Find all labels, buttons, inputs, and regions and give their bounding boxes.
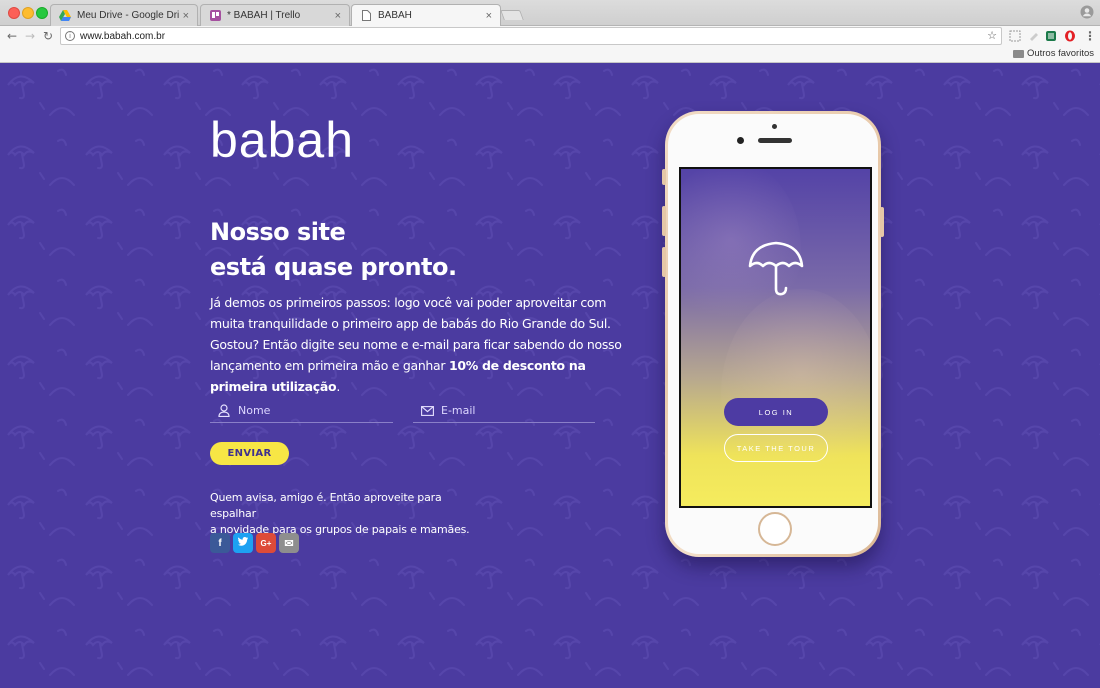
tab-trello[interactable]: * BABAH | Trello ×	[200, 4, 350, 26]
volume-down-button	[662, 247, 666, 277]
google-plus-icon: G+	[260, 538, 272, 548]
email-share-button[interactable]: ✉	[279, 533, 299, 553]
facebook-share-button[interactable]: f	[210, 533, 230, 553]
url-input[interactable]: i www.babah.com.br ☆	[60, 27, 1002, 45]
menu-icon[interactable]: ⋮	[1082, 28, 1098, 44]
landing-page: babah Nosso site está quase pronto. Já d…	[0, 63, 1100, 688]
power-button	[880, 207, 884, 237]
forward-arrow-icon[interactable]: →	[22, 28, 38, 44]
phone-mockup: LOG IN TAKE THE TOUR	[662, 111, 884, 557]
opera-icon[interactable]	[1064, 30, 1076, 42]
page-title: Nosso site está quase pronto.	[210, 215, 457, 285]
tab-close-icon[interactable]: ×	[486, 10, 492, 22]
email-icon: ✉	[284, 537, 294, 550]
name-field[interactable]	[210, 399, 393, 423]
babah-logo: babah	[210, 112, 355, 168]
phone-sensor	[772, 124, 777, 129]
reload-icon[interactable]: ↻	[40, 28, 56, 44]
google-plus-share-button[interactable]: G+	[256, 533, 276, 553]
tab-close-icon[interactable]: ×	[183, 10, 189, 22]
url-text: www.babah.com.br	[80, 30, 166, 42]
name-input[interactable]	[238, 404, 378, 417]
tab-close-icon[interactable]: ×	[335, 10, 341, 22]
intro-end: .	[336, 379, 340, 394]
bookmarks-bar: Outros favoritos	[0, 46, 1100, 63]
volume-up-button	[662, 206, 666, 236]
share-line-1: Quem avisa, amigo é. Então aproveite par…	[210, 491, 442, 520]
close-window-button[interactable]	[8, 7, 20, 19]
tab-title: Meu Drive - Google Drive	[77, 10, 179, 21]
mute-switch	[662, 169, 666, 185]
minimize-window-button[interactable]	[22, 7, 34, 19]
folder-icon	[1012, 49, 1024, 58]
take-the-tour-button[interactable]: TAKE THE TOUR	[724, 434, 828, 462]
email-field[interactable]	[413, 399, 595, 423]
headline-line-2: está quase pronto.	[210, 253, 457, 281]
address-bar: ← → ↻ i www.babah.com.br ☆ ⋮	[0, 26, 1100, 46]
new-tab-button[interactable]	[500, 10, 524, 20]
share-text: Quem avisa, amigo é. Então aproveite par…	[210, 490, 470, 538]
extension-icon[interactable]	[1028, 30, 1040, 42]
user-icon	[216, 404, 232, 418]
tab-title: BABAH	[378, 10, 412, 21]
twitter-share-button[interactable]	[233, 533, 253, 553]
envelope-icon	[419, 404, 435, 418]
other-bookmarks-label: Outros favoritos	[1026, 48, 1094, 59]
extension-icon[interactable]	[1009, 30, 1021, 42]
tab-babah[interactable]: BABAH ×	[351, 4, 501, 26]
browser-tab-bar: Meu Drive - Google Drive × * BABAH | Tre…	[0, 0, 1100, 26]
umbrella-icon	[748, 241, 804, 296]
trello-icon	[209, 10, 221, 22]
background-photo	[721, 289, 870, 499]
info-icon[interactable]: i	[65, 31, 75, 41]
maximize-window-button[interactable]	[36, 7, 48, 19]
tab-title: * BABAH | Trello	[227, 10, 301, 21]
intro-paragraph: Já demos os primeiros passos: logo você …	[210, 292, 625, 397]
twitter-icon	[238, 537, 248, 549]
facebook-icon: f	[218, 537, 222, 549]
tab-google-drive[interactable]: Meu Drive - Google Drive ×	[50, 4, 198, 26]
google-drive-icon	[59, 10, 71, 22]
bookmark-star-icon[interactable]: ☆	[987, 29, 997, 42]
front-camera	[737, 137, 744, 144]
extension-icon[interactable]	[1045, 30, 1057, 42]
phone-speaker	[758, 138, 792, 143]
home-button	[758, 512, 792, 546]
login-button[interactable]: LOG IN	[724, 398, 828, 426]
other-bookmarks[interactable]: Outros favoritos	[1012, 48, 1094, 59]
send-button[interactable]: ENVIAR	[210, 442, 289, 465]
profile-icon[interactable]	[1080, 5, 1094, 19]
app-splash-screen: LOG IN TAKE THE TOUR	[681, 169, 870, 506]
page-icon	[360, 10, 372, 22]
email-input[interactable]	[441, 404, 581, 417]
phone-body: LOG IN TAKE THE TOUR	[668, 114, 878, 554]
phone-screen: LOG IN TAKE THE TOUR	[679, 167, 872, 508]
headline-line-1: Nosso site	[210, 218, 346, 246]
back-arrow-icon[interactable]: ←	[4, 28, 20, 44]
